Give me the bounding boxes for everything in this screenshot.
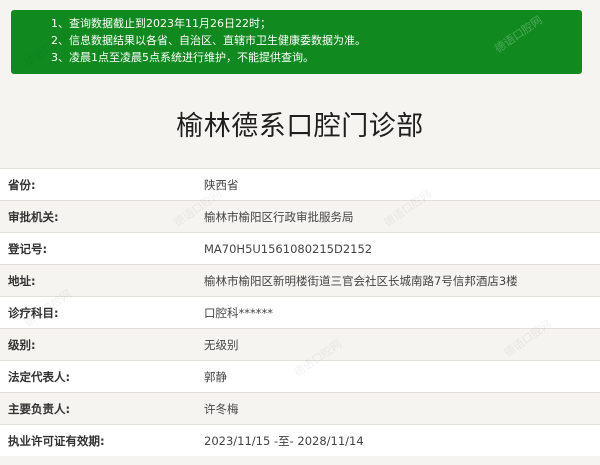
field-value: 郭静 bbox=[204, 369, 227, 384]
field-value: MA70H5U1561080215D2152 bbox=[204, 241, 373, 256]
field-label: 省份: bbox=[8, 177, 36, 192]
field-label: 地址: bbox=[8, 273, 36, 288]
field-value: 2023/11/15 -至- 2028/11/14 bbox=[204, 433, 364, 448]
field-label: 登记号: bbox=[8, 241, 48, 256]
info-row-departments: 诊疗科目: 口腔科****** bbox=[0, 296, 600, 328]
notice-line-3: 3、凌晨1点至凌晨5点系统进行维护，不能提供查询。 bbox=[51, 51, 314, 64]
info-row-legal-representative: 法定代表人: 郭静 bbox=[0, 360, 600, 392]
field-label: 诊疗科目: bbox=[8, 305, 59, 320]
field-value: 榆林市榆阳区行政审批服务局 bbox=[204, 209, 354, 224]
field-label: 主要负责人: bbox=[8, 401, 71, 416]
field-label: 法定代表人: bbox=[8, 369, 71, 384]
field-value: 口腔科****** bbox=[204, 305, 273, 320]
notice-line-2: 2、信息数据结果以各省、自治区、直辖市卫生健康委数据为准。 bbox=[51, 34, 366, 47]
info-table: 省份: 陕西省 审批机关: 榆林市榆阳区行政审批服务局 登记号: MA70H5U… bbox=[0, 168, 600, 456]
notice-banner: 1、查询数据截止到2023年11月26日22时； 2、信息数据结果以各省、自治区… bbox=[11, 10, 582, 74]
field-label: 级别: bbox=[8, 337, 36, 352]
info-row-approval-authority: 审批机关: 榆林市榆阳区行政审批服务局 bbox=[0, 200, 600, 232]
info-row-address: 地址: 榆林市榆阳区新明楼街道三官会社区长城南路7号信邦酒店3楼 bbox=[0, 264, 600, 296]
field-value: 榆林市榆阳区新明楼街道三官会社区长城南路7号信邦酒店3楼 bbox=[204, 273, 518, 288]
info-row-province: 省份: 陕西省 bbox=[0, 168, 600, 200]
notice-line-1: 1、查询数据截止到2023年11月26日22时； bbox=[51, 17, 271, 30]
page-title: 榆林德系口腔门诊部 bbox=[176, 111, 424, 142]
field-label: 执业许可证有效期: bbox=[8, 433, 105, 448]
field-value: 陕西省 bbox=[204, 177, 239, 192]
info-row-principal: 主要负责人: 许冬梅 bbox=[0, 392, 600, 424]
info-row-level: 级别: 无级别 bbox=[0, 328, 600, 360]
info-row-license-validity: 执业许可证有效期: 2023/11/15 -至- 2028/11/14 bbox=[0, 424, 600, 456]
info-row-registration-number: 登记号: MA70H5U1561080215D2152 bbox=[0, 232, 600, 264]
field-value: 许冬梅 bbox=[204, 401, 239, 416]
field-value: 无级别 bbox=[204, 337, 239, 352]
field-label: 审批机关: bbox=[8, 209, 59, 224]
